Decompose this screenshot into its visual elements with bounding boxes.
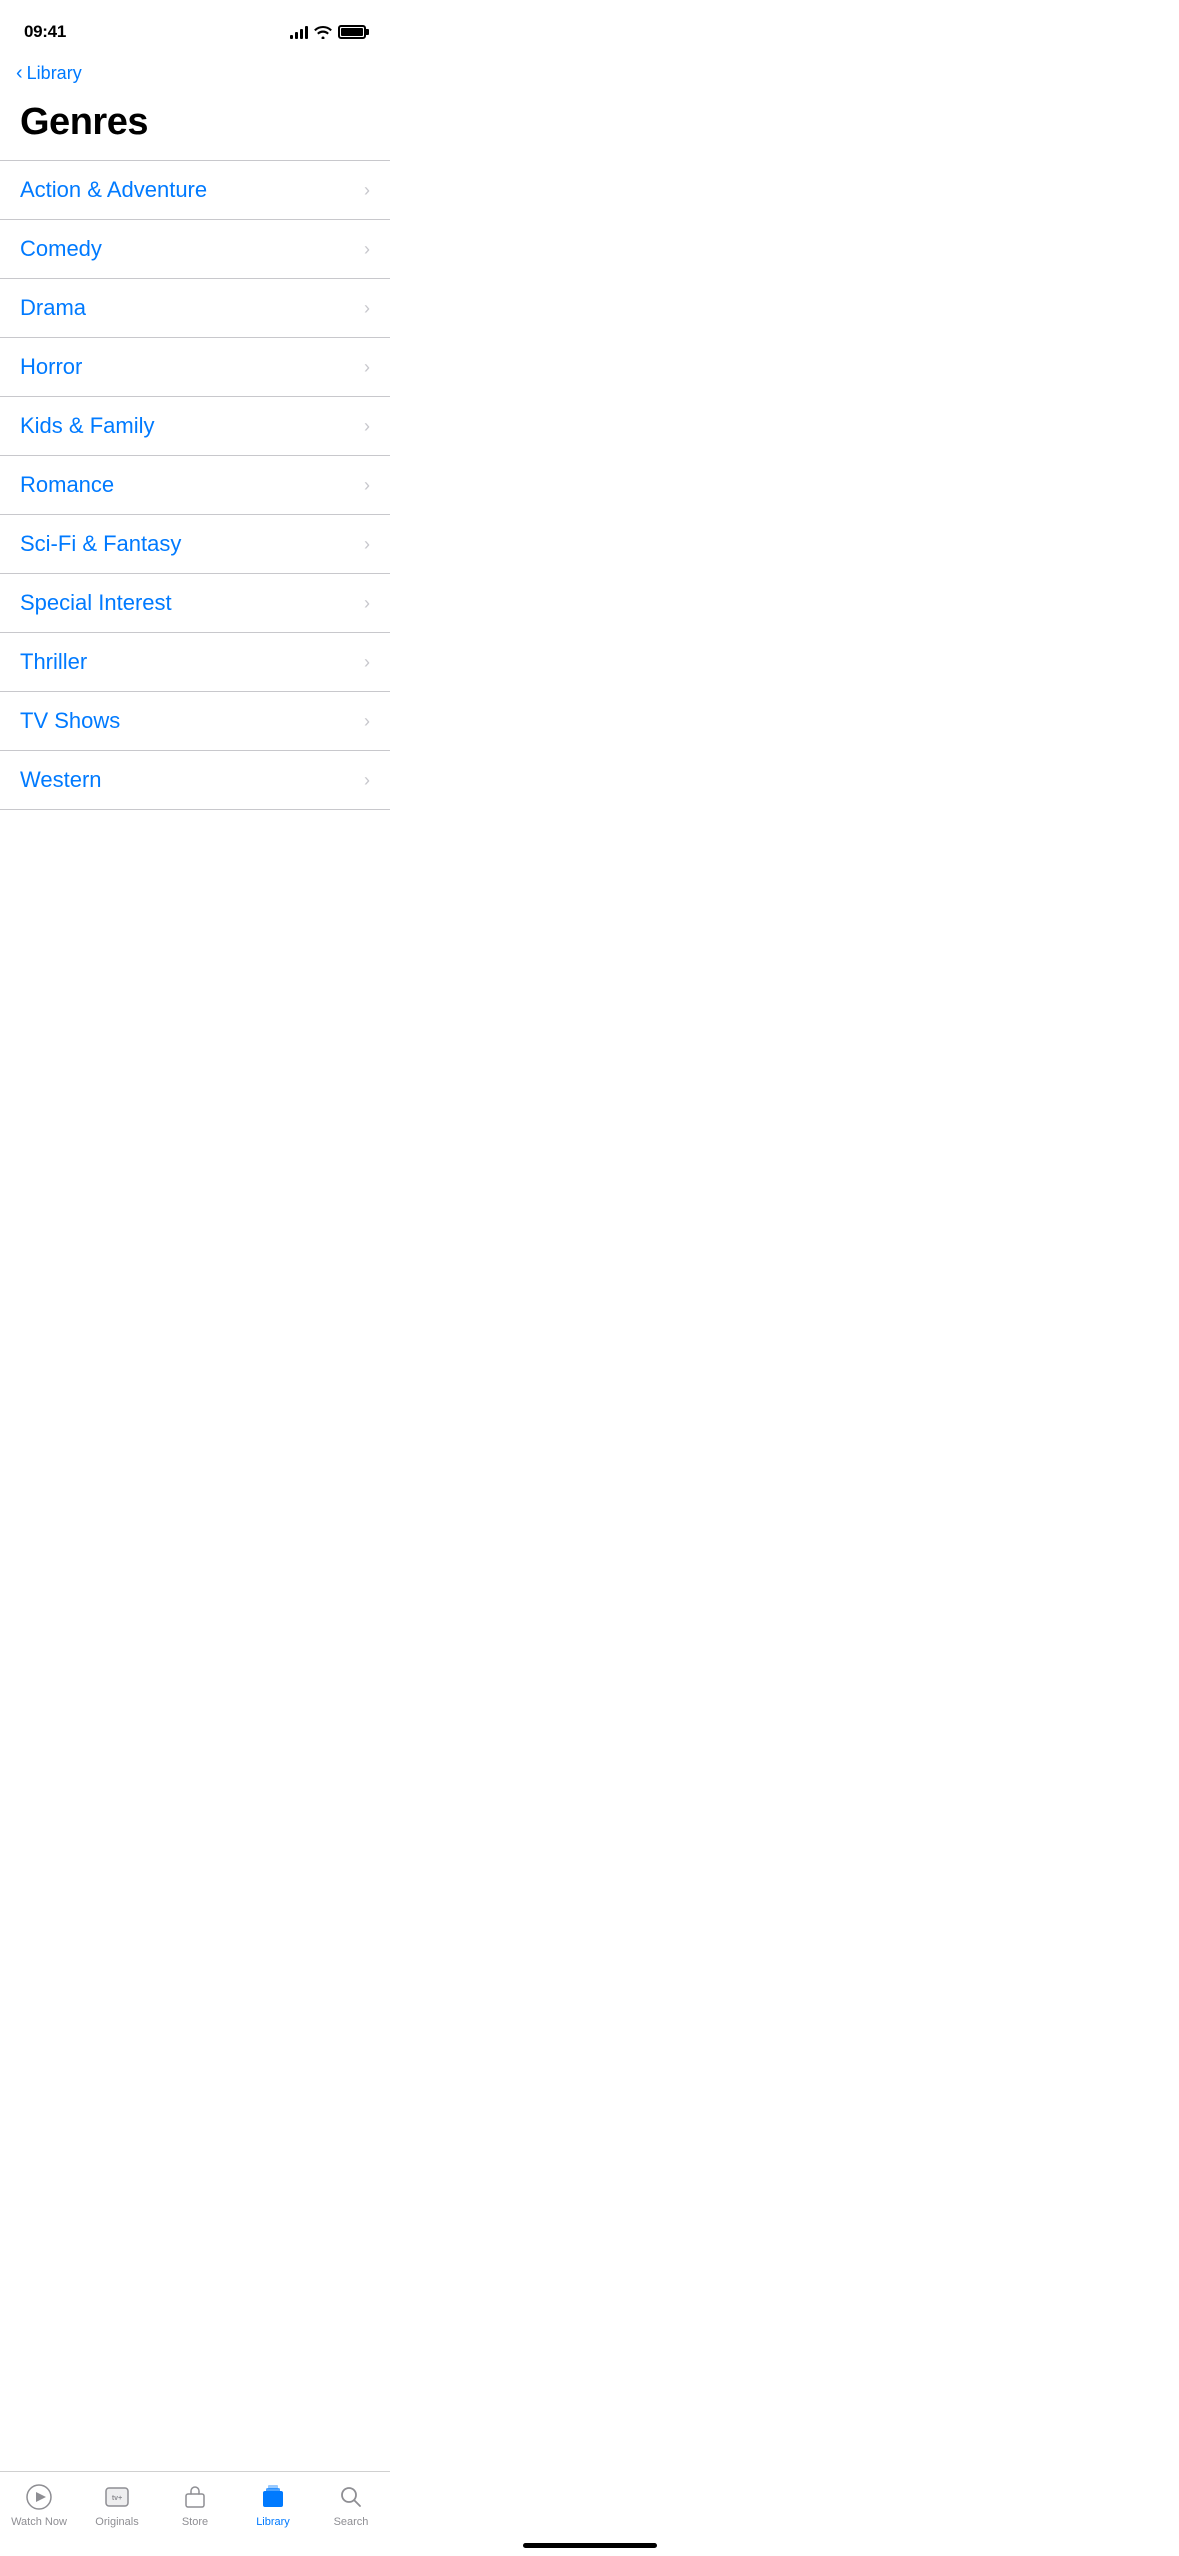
genre-name-special-interest: Special Interest: [20, 590, 172, 616]
genre-name-tv-shows: TV Shows: [20, 708, 120, 734]
tab-watch-now[interactable]: Watch Now: [9, 2482, 69, 2528]
genre-name-drama: Drama: [20, 295, 86, 321]
genre-chevron-horror: ›: [364, 357, 370, 378]
genre-item-tv-shows[interactable]: TV Shows ›: [0, 692, 390, 751]
home-indicator: [523, 2543, 657, 2548]
tab-originals[interactable]: tv+ Originals: [87, 2482, 147, 2528]
wifi-icon: [314, 26, 332, 39]
library-icon: [258, 2482, 288, 2512]
genre-item-horror[interactable]: Horror ›: [0, 338, 390, 397]
tab-library[interactable]: Library: [243, 2482, 303, 2528]
search-icon: [336, 2482, 366, 2512]
genre-name-western: Western: [20, 767, 102, 793]
status-icons: [290, 25, 366, 39]
tab-library-label: Library: [256, 2516, 290, 2528]
genre-chevron-kids-family: ›: [364, 416, 370, 437]
genre-item-sci-fi-fantasy[interactable]: Sci-Fi & Fantasy ›: [0, 515, 390, 574]
genre-name-action-adventure: Action & Adventure: [20, 177, 207, 203]
status-time: 09:41: [24, 22, 66, 42]
genre-item-western[interactable]: Western ›: [0, 751, 390, 810]
genre-chevron-action-adventure: ›: [364, 180, 370, 201]
genre-name-horror: Horror: [20, 354, 82, 380]
genre-name-romance: Romance: [20, 472, 114, 498]
back-navigation[interactable]: ‹ Library: [0, 50, 390, 93]
tab-originals-label: Originals: [95, 2516, 138, 2528]
genre-item-romance[interactable]: Romance ›: [0, 456, 390, 515]
genre-name-comedy: Comedy: [20, 236, 102, 262]
status-bar: 09:41: [0, 0, 390, 50]
tab-watch-now-label: Watch Now: [11, 2516, 67, 2528]
genre-item-special-interest[interactable]: Special Interest ›: [0, 574, 390, 633]
genre-item-thriller[interactable]: Thriller ›: [0, 633, 390, 692]
back-chevron-icon: ‹: [16, 62, 23, 85]
originals-icon: tv+: [102, 2482, 132, 2512]
tab-store[interactable]: Store: [165, 2482, 225, 2528]
genre-name-kids-family: Kids & Family: [20, 413, 154, 439]
genre-item-kids-family[interactable]: Kids & Family ›: [0, 397, 390, 456]
battery-icon: [338, 25, 366, 39]
genre-name-sci-fi-fantasy: Sci-Fi & Fantasy: [20, 531, 181, 557]
genre-chevron-thriller: ›: [364, 652, 370, 673]
tab-store-label: Store: [182, 2516, 208, 2528]
genre-item-action-adventure[interactable]: Action & Adventure ›: [0, 161, 390, 220]
genre-chevron-drama: ›: [364, 298, 370, 319]
tab-search-label: Search: [334, 2516, 369, 2528]
store-icon: [180, 2482, 210, 2512]
tab-search[interactable]: Search: [321, 2482, 381, 2528]
back-label: Library: [27, 63, 82, 84]
tab-bar: Watch Now tv+ Originals Store: [0, 2471, 390, 2556]
watch-now-icon: [24, 2482, 54, 2512]
genre-chevron-western: ›: [364, 770, 370, 791]
genre-chevron-romance: ›: [364, 475, 370, 496]
genre-chevron-sci-fi-fantasy: ›: [364, 534, 370, 555]
genre-item-comedy[interactable]: Comedy ›: [0, 220, 390, 279]
genre-item-drama[interactable]: Drama ›: [0, 279, 390, 338]
genre-list: Action & Adventure›Comedy›Drama›Horror›K…: [0, 160, 390, 810]
genre-chevron-comedy: ›: [364, 239, 370, 260]
signal-icon: [290, 25, 308, 39]
genre-chevron-special-interest: ›: [364, 593, 370, 614]
genre-chevron-tv-shows: ›: [364, 711, 370, 732]
genre-name-thriller: Thriller: [20, 649, 87, 675]
svg-text:tv+: tv+: [112, 2495, 122, 2502]
page-title: Genres: [0, 93, 390, 160]
